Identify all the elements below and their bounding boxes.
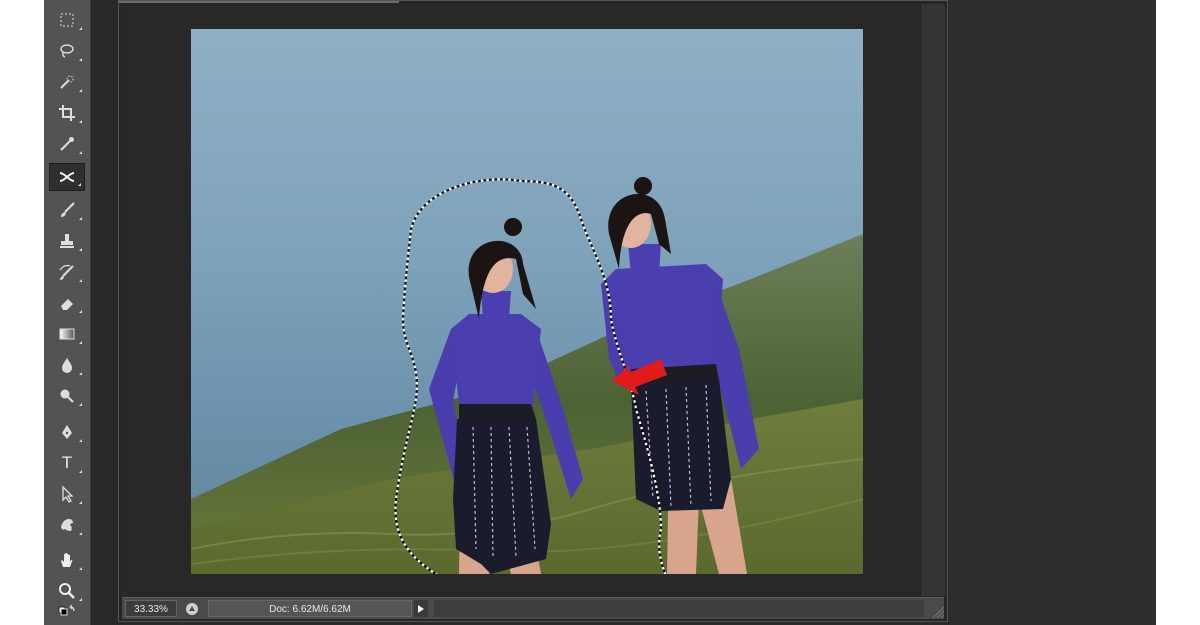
brush-tool-icon [61, 202, 75, 217]
photo-canvas[interactable] [191, 29, 863, 574]
crop-tool[interactable] [49, 99, 85, 127]
dodge-tool-icon [60, 389, 74, 403]
gradient-tool-icon [59, 328, 75, 340]
pen-tool[interactable] [49, 418, 85, 446]
status-menu-arrow-icon[interactable] [414, 600, 428, 617]
document-tab-edge [119, 1, 399, 3]
clone-stamp-tool-icon [60, 234, 74, 248]
eraser-tool-icon [61, 299, 73, 310]
quick-selection-tool[interactable] [49, 68, 85, 96]
type-tool[interactable]: T [49, 449, 85, 477]
document-window: 33.33% Doc: 6.62M/6.62M [118, 0, 948, 622]
history-brush-tool-icon [59, 264, 74, 280]
eyedropper-tool-icon [60, 137, 74, 151]
photo-artwork [191, 177, 863, 574]
canvas-pasteboard[interactable] [122, 4, 921, 596]
blur-tool-icon [62, 358, 72, 373]
path-selection-tool[interactable] [49, 480, 85, 508]
brush-tool[interactable] [49, 196, 85, 224]
patch-tool[interactable] [49, 163, 85, 191]
dodge-tool[interactable] [49, 382, 85, 410]
eyedropper-tool[interactable] [49, 130, 85, 158]
vertical-scrollbar[interactable] [922, 4, 945, 596]
pen-tool-icon [62, 425, 72, 439]
status-bar: 33.33% Doc: 6.62M/6.62M [122, 597, 944, 619]
zoom-level-field[interactable]: 33.33% [125, 600, 177, 617]
eraser-tool[interactable] [49, 289, 85, 317]
horizontal-scrollbar[interactable] [434, 600, 924, 617]
marquee-tool[interactable] [49, 6, 85, 34]
hand-tool-icon [61, 553, 73, 567]
hand-tool[interactable] [49, 546, 85, 574]
clone-stamp-tool[interactable] [49, 227, 85, 255]
panel-gutter [91, 0, 118, 625]
blur-tool[interactable] [49, 351, 85, 379]
photoshop-window: T 33.33% Doc: 6.62M/6.62M [44, 0, 1156, 625]
document-size-info: Doc: 6.62M/6.62M [208, 600, 412, 617]
quick-selection-tool-icon [60, 75, 74, 89]
history-brush-tool[interactable] [49, 258, 85, 286]
tools-panel: T [44, 0, 91, 625]
patch-tool-icon [59, 172, 75, 182]
gradient-tool[interactable] [49, 320, 85, 348]
lasso-tool[interactable] [49, 37, 85, 65]
crop-tool-icon [59, 105, 75, 121]
type-tool-icon: T [61, 453, 73, 472]
swap-colors-icon [58, 604, 75, 616]
right-panels-area [950, 0, 1156, 625]
color-swatches[interactable] [49, 600, 85, 622]
zoom-tool-icon [59, 583, 75, 599]
path-selection-tool-icon [62, 485, 74, 503]
lasso-tool-icon [60, 44, 74, 58]
custom-shape-tool-icon [61, 519, 73, 531]
custom-shape-tool[interactable] [49, 511, 85, 539]
document-options-icon[interactable] [182, 600, 202, 617]
resize-grip-icon[interactable] [931, 605, 945, 619]
marquee-tool-icon [60, 13, 74, 27]
